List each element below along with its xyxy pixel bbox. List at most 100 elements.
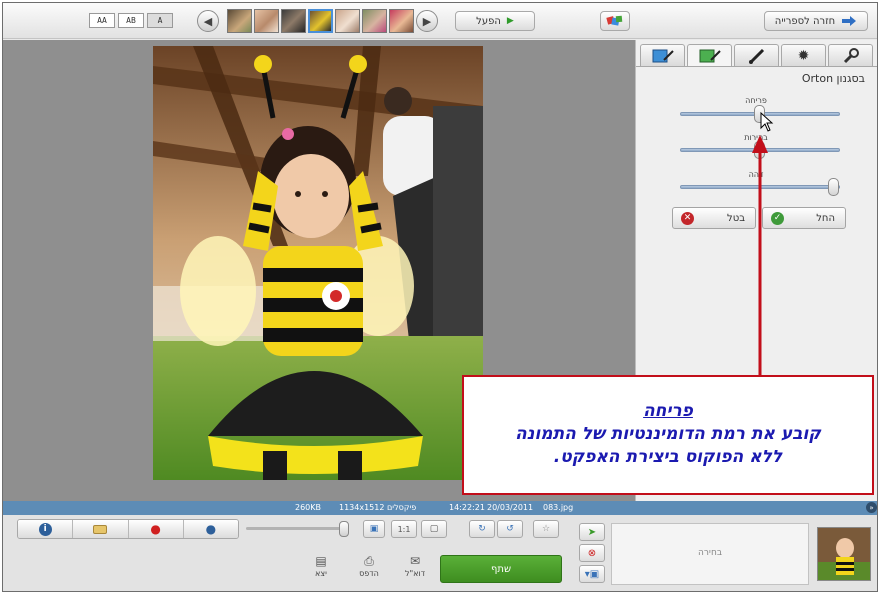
tuning-brush-icon — [699, 49, 721, 63]
text-size-button-medium[interactable]: AB — [118, 13, 144, 28]
filmstrip-thumbnail[interactable] — [281, 9, 306, 33]
zoom-slider-handle[interactable] — [339, 521, 349, 537]
apply-button[interactable]: החל ✓ — [762, 207, 846, 229]
filmstrip-thumbnail[interactable] — [389, 9, 414, 33]
text-size-button-large[interactable]: AA — [89, 13, 115, 28]
photo-dimensions: 1134x1512 פיקסלים — [339, 503, 417, 512]
tab-tuning[interactable] — [687, 44, 732, 67]
export-label: יצא — [315, 569, 327, 578]
envelope-icon: ✉ — [409, 554, 421, 568]
email-label: דוא"ל — [404, 569, 426, 578]
fade-slider[interactable] — [680, 185, 840, 189]
location-pin-icon: ● — [150, 522, 161, 536]
tab-effects[interactable]: ✹ — [781, 44, 826, 66]
email-button[interactable]: ✉ דוא"ל — [395, 555, 435, 578]
arrow-left-icon: ◀ — [203, 14, 213, 28]
cancel-label: בטל — [727, 212, 745, 224]
main-photo[interactable] — [153, 46, 483, 480]
tab-effects-brush[interactable] — [734, 44, 779, 66]
back-to-library-button[interactable]: חזרה לספרייה — [764, 11, 868, 31]
info-icon: i — [38, 522, 52, 536]
filmstrip-thumbnail-selected[interactable] — [308, 9, 333, 33]
tab-divider — [636, 66, 877, 67]
album-dropdown-icon: ▾▣ — [584, 568, 600, 580]
export-folder-icon: ▤ — [315, 554, 327, 568]
collapse-panel-button[interactable]: » — [866, 502, 877, 513]
collage-icon — [606, 15, 623, 26]
rotate-right-button[interactable]: ↻ — [469, 520, 495, 538]
printer-icon: ⎙ — [364, 554, 374, 568]
edit-tabs: ✹ — [640, 44, 873, 67]
photo-illustration — [153, 46, 483, 480]
zoom-to-fit-button[interactable]: ▣ — [363, 520, 385, 538]
brightness-slider-handle[interactable] — [754, 141, 765, 159]
filmstrip-thumbnail[interactable] — [335, 9, 360, 33]
play-slideshow-label: הפעל — [476, 15, 501, 27]
annotation-callout: פריחה קובע את רמת הדומיננטיות של התמונה … — [462, 375, 874, 495]
cancel-button[interactable]: בטל ✕ — [672, 207, 756, 229]
tab-tools[interactable] — [828, 44, 873, 66]
callout-line-2: ללא הפוקוס ביצירת האפקט. — [553, 447, 783, 467]
paint-brush-icon — [748, 48, 764, 64]
star-icon: ☆ — [541, 524, 551, 534]
selection-tray: בחירה — [611, 523, 809, 585]
app-window: AA AB A ◀ ▶ הפעל ▶ חזרה לספרייה ✹ בסגנון… — [2, 2, 878, 592]
tag-icon — [93, 524, 108, 534]
tab-basic-fixes[interactable] — [640, 44, 685, 66]
photo-info-bar: 260KB 1134x1512 פיקסלים 14:22:21 20/03/2… — [3, 501, 877, 515]
fade-slider-handle[interactable] — [828, 178, 839, 196]
zoom-slider[interactable] — [246, 527, 348, 530]
one-to-one-icon: 1:1 — [397, 524, 411, 534]
top-toolbar: AA AB A ◀ ▶ הפעל ▶ חזרה לספרייה — [3, 3, 877, 39]
filmstrip-thumbnail[interactable] — [254, 9, 279, 33]
apply-label: החל — [816, 212, 835, 224]
callout-line-1: קובע את רמת הדומיננטיות של התמונה — [515, 424, 821, 444]
selected-photo-thumbnail[interactable] — [817, 527, 871, 581]
previous-photo-button[interactable]: ◀ — [197, 10, 219, 32]
print-label: הדפס — [359, 569, 379, 578]
fit-window-button[interactable]: ▢ — [421, 520, 447, 538]
play-slideshow-button[interactable]: הפעל ▶ — [455, 11, 535, 31]
star-button[interactable]: ☆ — [533, 520, 559, 538]
circle-minus-icon: ⊗ — [587, 547, 597, 559]
callout-title: פריחה — [643, 401, 693, 421]
text-size-button-small[interactable]: A — [147, 13, 173, 28]
rotate-left-button[interactable]: ↺ — [497, 520, 523, 538]
filmstrip-thumbnail[interactable] — [362, 9, 387, 33]
actual-size-button[interactable]: 1:1 — [391, 520, 417, 538]
filmstrip — [227, 9, 414, 33]
arrow-right-icon: ▶ — [422, 14, 432, 28]
zoom-image-icon: ▣ — [369, 524, 379, 534]
info-button[interactable]: i — [18, 520, 73, 538]
double-chevron-icon: » — [869, 504, 874, 512]
properties-icon-bar: i ● ● — [17, 519, 239, 539]
checkmark-icon: ✓ — [771, 211, 784, 225]
wrench-icon — [843, 47, 859, 63]
cancel-x-icon: ✕ — [681, 211, 694, 225]
collage-button[interactable] — [600, 11, 630, 31]
photo-filename: 083.jpg — [543, 503, 574, 512]
clear-selection-button[interactable]: ⊗ — [579, 544, 605, 562]
add-to-album-button[interactable]: ▾▣ — [579, 565, 605, 583]
fit-window-icon: ▢ — [429, 524, 439, 534]
tag-button[interactable] — [72, 520, 128, 538]
people-button[interactable]: ● — [182, 520, 238, 538]
fade-slider-label: דהה — [748, 170, 764, 179]
text-size-group: AA AB A — [89, 13, 173, 28]
play-icon: ▶ — [506, 16, 514, 26]
selection-label: בחירה — [697, 548, 723, 558]
mouse-cursor-icon — [760, 112, 774, 132]
location-button[interactable]: ● — [127, 520, 183, 538]
file-size: 260KB — [295, 503, 322, 512]
share-button[interactable]: שתף — [440, 555, 562, 583]
pin-button[interactable]: ➤ — [579, 523, 605, 541]
rotate-right-icon: ↻ — [478, 524, 486, 534]
next-photo-button[interactable]: ▶ — [416, 10, 438, 32]
print-button[interactable]: ⎙ הדפס — [349, 555, 389, 578]
export-button[interactable]: ▤ יצא — [301, 555, 341, 578]
back-to-library-label: חזרה לספרייה — [774, 15, 836, 27]
photo-date: 20/03/2011 — [487, 503, 534, 512]
panel-title: בסגנון Orton — [801, 72, 865, 85]
filmstrip-thumbnail[interactable] — [227, 9, 252, 33]
share-label: שתף — [490, 563, 512, 575]
